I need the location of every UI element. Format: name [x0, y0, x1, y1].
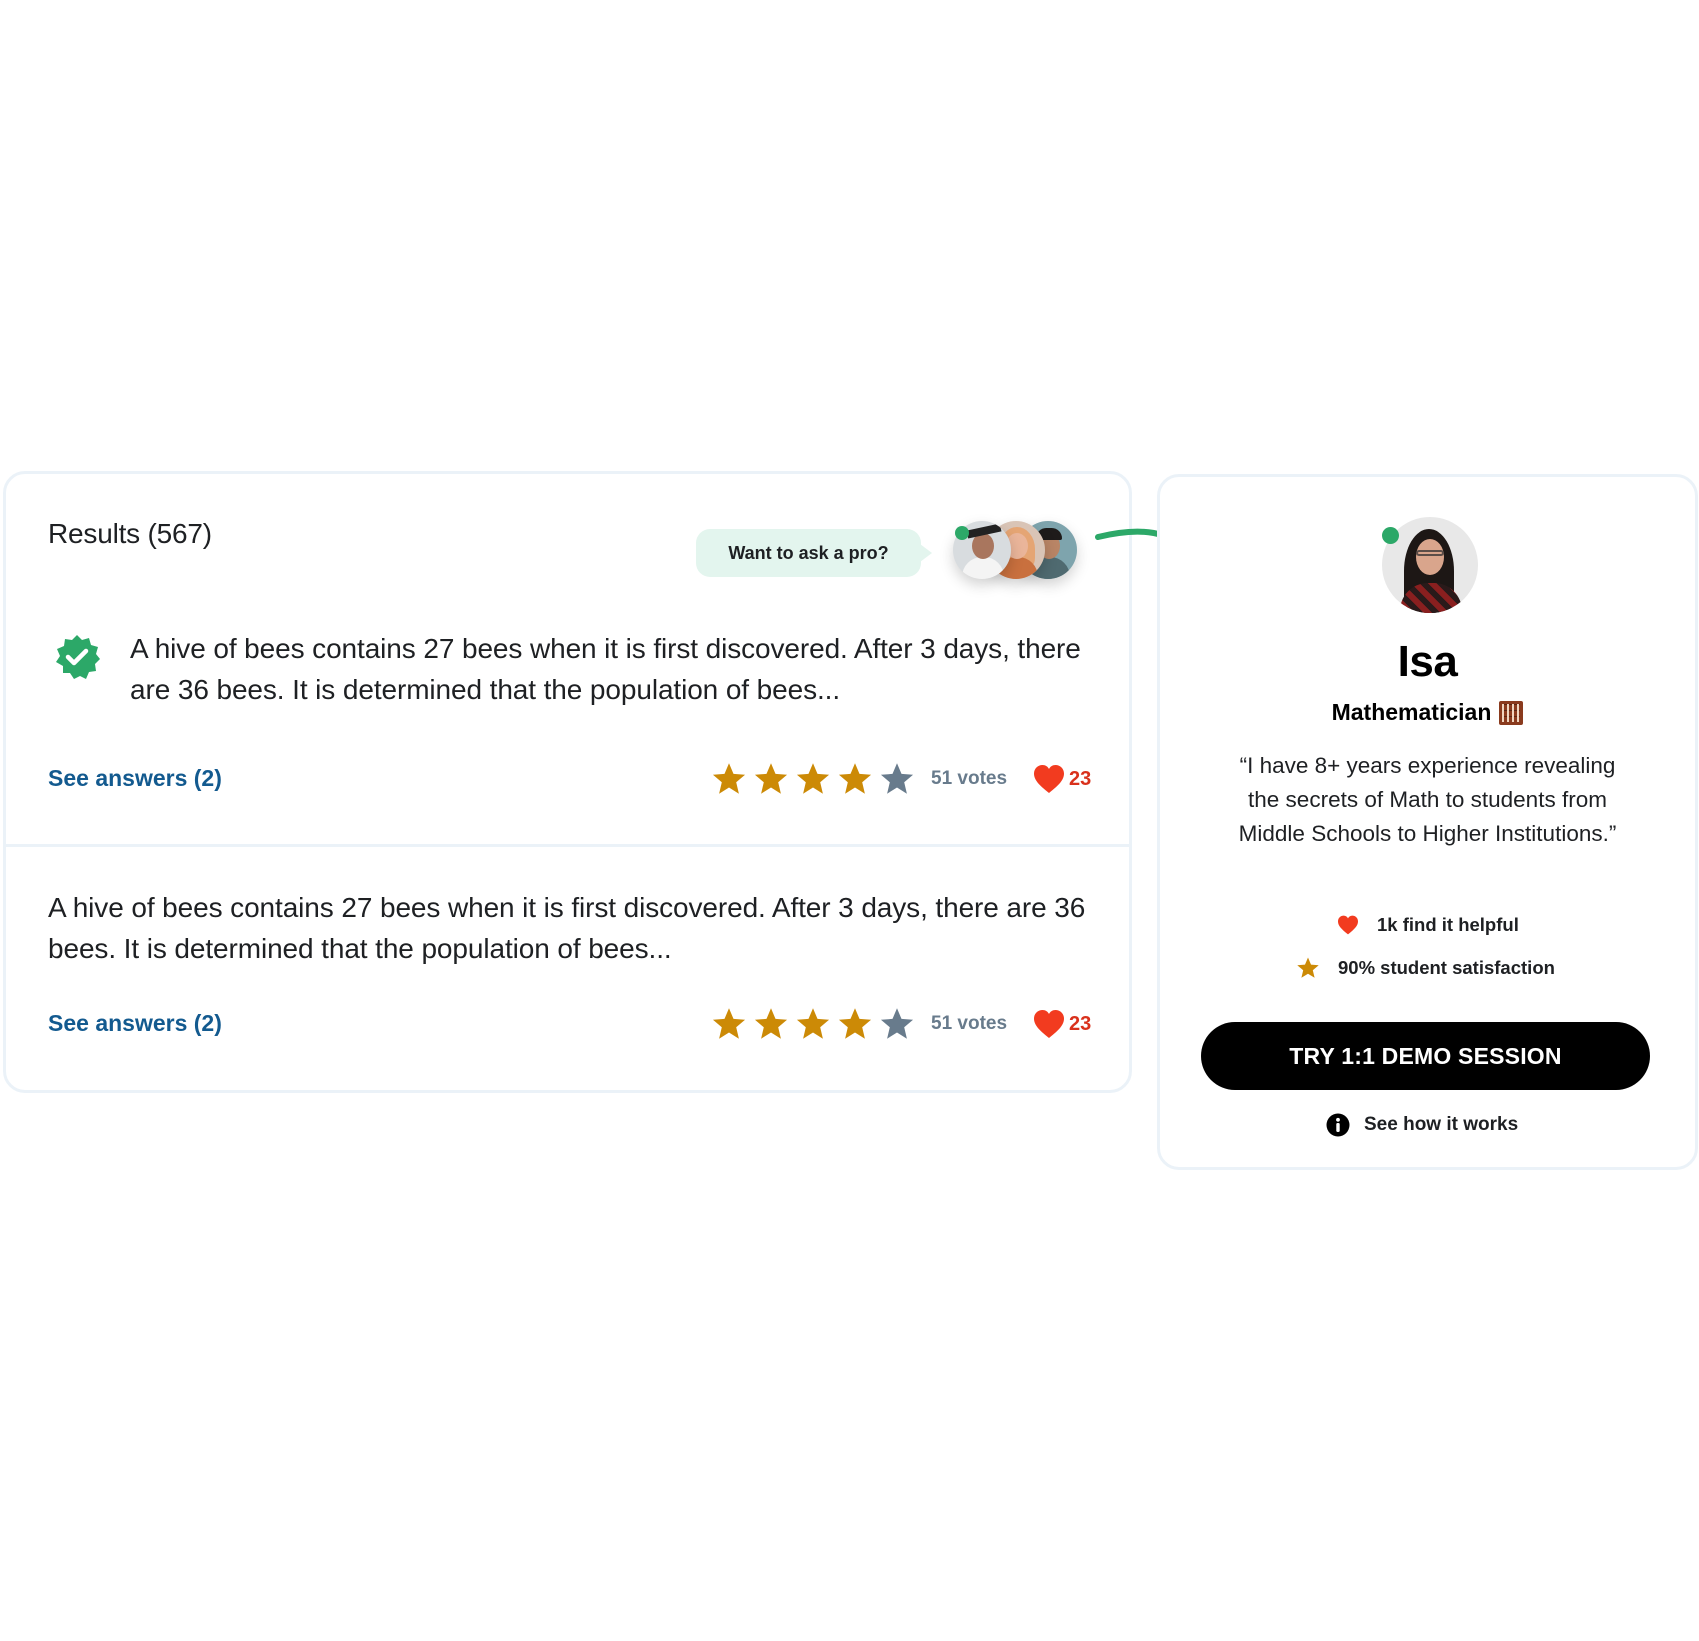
votes-count: 51 votes: [931, 768, 1008, 789]
votes-count: 51 votes: [931, 1013, 1008, 1034]
heart-icon: [1034, 765, 1065, 793]
stat-satisfaction-label: 90% student satisfaction: [1338, 957, 1555, 978]
ask-a-pro-bubble[interactable]: Want to ask a pro?: [696, 529, 932, 577]
likes-count: 23: [1069, 767, 1092, 790]
see-how-it-works-label: See how it works: [1364, 1114, 1519, 1135]
results-title: Results (567): [48, 518, 212, 549]
star-filled-icon[interactable]: [837, 761, 873, 797]
result-divider: [6, 844, 1129, 847]
tutor-name: Isa: [1397, 637, 1458, 686]
likes-count: 23: [1069, 1012, 1092, 1035]
abacus-icon: [1499, 700, 1524, 725]
verified-badge-icon: [56, 635, 100, 679]
star-filled-icon[interactable]: [711, 1006, 747, 1042]
question-text[interactable]: A hive of bees contains 27 bees when it …: [130, 628, 1120, 710]
online-indicator: [955, 526, 969, 540]
star-icon: [1297, 957, 1319, 978]
online-indicator: [1382, 527, 1399, 544]
tutor-title-label: Mathematician: [1331, 699, 1492, 725]
star-filled-icon[interactable]: [795, 761, 831, 797]
see-answers-link[interactable]: See answers (2): [48, 765, 222, 792]
result-meta: 51 votes 23: [711, 1004, 1091, 1044]
question-text[interactable]: A hive of bees contains 27 bees when it …: [48, 887, 1118, 969]
tutor-quote: “I have 8+ years experience revealing th…: [1238, 753, 1617, 846]
tutor-card: Isa Mathematician “I have 8+ years exper…: [1157, 474, 1698, 1170]
star-rating[interactable]: [711, 1006, 915, 1042]
see-how-it-works-link[interactable]: See how it works: [1326, 1113, 1518, 1137]
see-answers-link[interactable]: See answers (2): [48, 1010, 222, 1037]
stat-helpful: 1k find it helpful: [1337, 914, 1519, 936]
try-demo-session-button[interactable]: TRY 1:1 DEMO SESSION: [1201, 1022, 1650, 1090]
star-filled-icon[interactable]: [711, 761, 747, 797]
stat-satisfaction: 90% student satisfaction: [1296, 956, 1555, 980]
heart-icon: [1034, 1010, 1065, 1038]
star-filled-icon[interactable]: [795, 1006, 831, 1042]
star-rating[interactable]: [711, 761, 915, 797]
like-button[interactable]: 23: [1033, 764, 1091, 794]
info-icon: [1326, 1113, 1350, 1137]
star-empty-icon[interactable]: [879, 761, 915, 797]
stat-helpful-label: 1k find it helpful: [1377, 914, 1519, 935]
star-filled-icon[interactable]: [837, 1006, 873, 1042]
like-button[interactable]: 23: [1033, 1009, 1091, 1039]
star-filled-icon[interactable]: [753, 761, 789, 797]
heart-icon: [1338, 915, 1358, 935]
result-meta: 51 votes 23: [711, 759, 1091, 799]
results-card: Results (567) Want to ask a pro? A hive …: [3, 471, 1132, 1093]
tutor-avatar-stack[interactable]: [953, 521, 1079, 583]
star-filled-icon[interactable]: [753, 1006, 789, 1042]
tutor-title: Mathematician: [1160, 699, 1695, 726]
star-empty-icon[interactable]: [879, 1006, 915, 1042]
